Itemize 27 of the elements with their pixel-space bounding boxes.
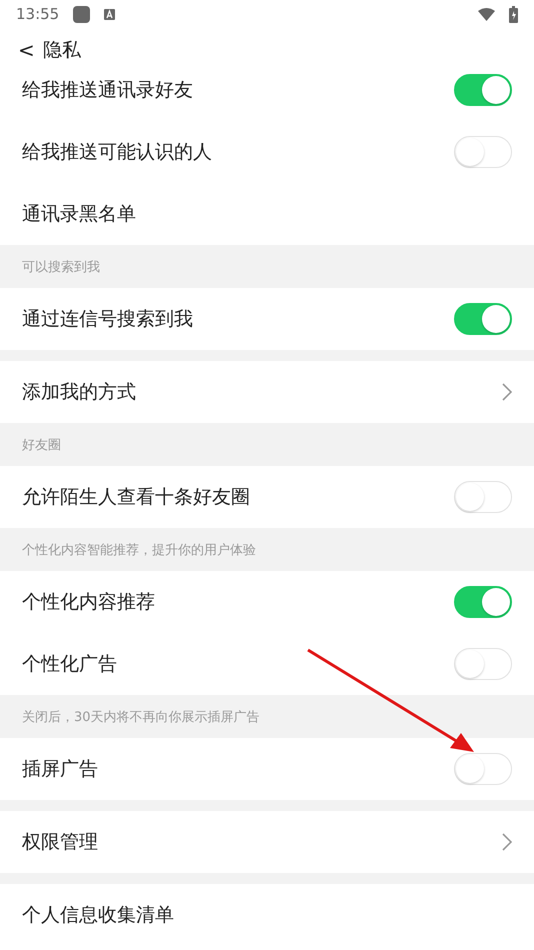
toggle-switch[interactable] (454, 586, 512, 618)
section-label: 好友圈 (22, 436, 61, 454)
row-label: 个性化内容推荐 (22, 590, 155, 615)
row-label: 通讯录黑名单 (22, 202, 136, 227)
row-label: 添加我的方式 (22, 380, 136, 405)
status-time: 13:55 (16, 5, 60, 23)
section-label: 关闭后，30天内将不再向你展示插屏广告 (22, 708, 260, 726)
wifi-icon (478, 8, 495, 20)
row-label: 个人信息收集清单 (22, 903, 174, 928)
row-label: 插屏广告 (22, 757, 98, 782)
row-label: 给我推送通讯录好友 (22, 78, 193, 103)
row-label: 个性化广告 (22, 652, 117, 677)
app-icon (73, 6, 90, 22)
chevron-right-icon (502, 833, 512, 851)
row-label: 通过连信号搜索到我 (22, 307, 193, 332)
section-label: 可以搜索到我 (22, 258, 100, 276)
keyboard-icon (104, 8, 116, 20)
back-button[interactable]: < (18, 38, 35, 62)
chevron-right-icon (502, 383, 512, 401)
row-label: 给我推送可能认识的人 (22, 140, 212, 165)
row-label: 允许陌生人查看十条好友圈 (22, 485, 250, 510)
row-label: 权限管理 (22, 830, 98, 855)
toggle-switch[interactable] (454, 74, 512, 106)
battery-icon (509, 6, 518, 22)
section-label: 个性化内容智能推荐，提升你的用户体验 (22, 542, 256, 558)
page-title: 隐私 (42, 38, 81, 63)
toggle-switch[interactable] (454, 303, 512, 335)
